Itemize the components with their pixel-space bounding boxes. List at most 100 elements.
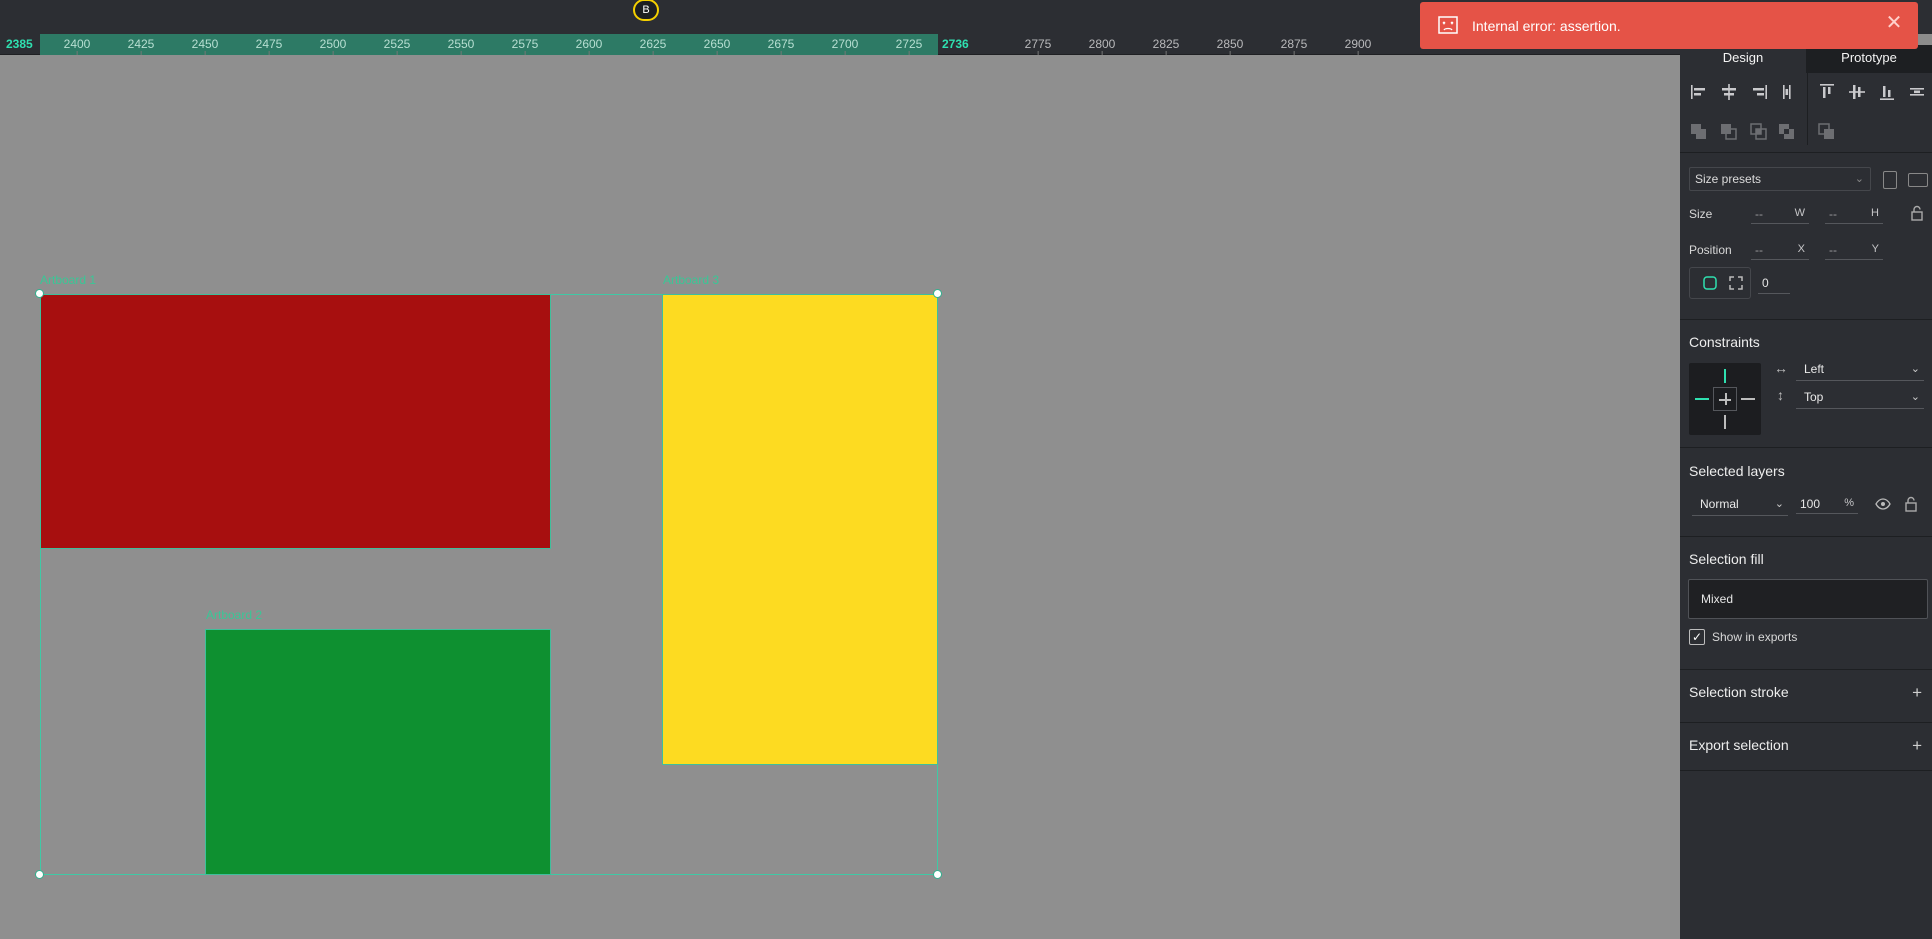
tab-design[interactable]: Design (1680, 45, 1806, 73)
width-input[interactable]: -- W (1751, 204, 1809, 224)
boolean-intersection-icon[interactable] (1748, 121, 1770, 143)
section-divider (1680, 447, 1932, 448)
distribute-horizontal-icon[interactable] (1776, 81, 1798, 103)
section-divider (1680, 722, 1932, 723)
selected-layers-title: Selected layers (1689, 463, 1785, 479)
ruler-tick: 2400 (63, 37, 91, 55)
panel-tabs: Design Prototype (1680, 45, 1932, 73)
section-divider (1680, 152, 1932, 153)
align-toolbar (1680, 81, 1932, 111)
height-input[interactable]: -- H (1825, 204, 1883, 224)
y-position-input[interactable]: -- Y (1825, 240, 1883, 260)
position-label: Position (1689, 243, 1732, 257)
section-divider (1680, 319, 1932, 320)
align-right-icon[interactable] (1748, 81, 1770, 103)
app-window: B 2385 2400 2425 2450 2475 2500 2525 255… (0, 0, 1932, 939)
selection-stroke-title: Selection stroke (1689, 684, 1789, 700)
section-divider (1680, 536, 1932, 537)
ruler-tick: 2600 (575, 37, 603, 55)
resize-handle-top-left[interactable] (35, 289, 44, 298)
chevron-down-icon: ⌄ (1854, 173, 1864, 185)
height-axis-label: H (1871, 207, 1879, 219)
constraint-right[interactable] (1741, 398, 1755, 400)
chevron-down-icon: ⌄ (1910, 363, 1920, 375)
eye-icon[interactable] (1875, 497, 1891, 511)
horizontal-constraint-select[interactable]: Left ⌄ (1796, 359, 1924, 381)
x-position-input[interactable]: -- X (1751, 240, 1809, 260)
size-presets-select[interactable]: Size presets ⌄ (1689, 167, 1871, 191)
close-icon[interactable]: ✕ (1884, 13, 1904, 33)
artboard-label[interactable]: Artboard 3 (663, 273, 719, 287)
ruler-tick: 2700 (831, 37, 859, 55)
design-panel: Design Prototype Size presets ⌄ Size -- … (1680, 45, 1932, 939)
ruler-tick: 2825 (1152, 37, 1180, 55)
opacity-input[interactable]: 100 % (1796, 494, 1858, 514)
constraint-bottom[interactable] (1724, 415, 1726, 429)
chevron-down-icon: ⌄ (1910, 391, 1920, 403)
selection-fill-value[interactable]: Mixed (1688, 579, 1928, 619)
export-selection-title: Export selection (1689, 737, 1789, 753)
boolean-union-icon[interactable] (1688, 121, 1710, 143)
distribute-vertical-icon[interactable] (1906, 81, 1928, 103)
portrait-orientation-icon[interactable] (1883, 171, 1897, 189)
flatten-icon[interactable] (1816, 121, 1838, 143)
toolbar-divider (1807, 73, 1808, 145)
align-left-icon[interactable] (1688, 81, 1710, 103)
constraints-title: Constraints (1689, 334, 1760, 350)
section-divider (1680, 669, 1932, 670)
design-canvas[interactable]: Artboard 1 Artboard 3 Artboard 2 (0, 55, 1680, 939)
x-axis-label: X (1797, 243, 1805, 255)
error-toast: Internal error: assertion. ✕ (1420, 2, 1918, 49)
artboard-red[interactable] (40, 294, 551, 549)
artboard-green[interactable] (205, 629, 551, 875)
align-top-icon[interactable] (1816, 81, 1838, 103)
proportion-lock-icon[interactable] (1910, 205, 1924, 221)
boolean-exclude-icon[interactable] (1776, 121, 1798, 143)
blend-mode-select[interactable]: Normal ⌄ (1692, 494, 1788, 516)
ruler-tick: 2450 (191, 37, 219, 55)
tab-prototype[interactable]: Prototype (1806, 45, 1932, 73)
resize-handle-top-right[interactable] (933, 289, 942, 298)
x-value: -- (1755, 243, 1763, 257)
resize-handle-bottom-left[interactable] (35, 870, 44, 879)
horizontal-arrows-icon: ↔ (1774, 360, 1788, 376)
radius-all-icon[interactable] (1702, 275, 1718, 291)
align-horizontal-center-icon[interactable] (1718, 81, 1740, 103)
ruler-tick: 2425 (127, 37, 155, 55)
resize-handle-bottom-right[interactable] (933, 870, 942, 879)
ruler-tick: 2525 (383, 37, 411, 55)
horizontal-constraint-value: Left (1804, 362, 1825, 376)
height-value: -- (1829, 207, 1837, 221)
ruler-tick: 2475 (255, 37, 283, 55)
size-presets-label: Size presets (1695, 172, 1762, 186)
constraints-widget[interactable] (1689, 363, 1761, 435)
artboard-yellow[interactable] (662, 294, 938, 765)
user-avatar[interactable]: B (633, 0, 659, 21)
align-bottom-icon[interactable] (1876, 81, 1898, 103)
constraint-top[interactable] (1724, 369, 1726, 383)
vertical-arrows-icon: ↕ (1777, 387, 1784, 403)
ruler-tick: 2625 (639, 37, 667, 55)
add-export-icon[interactable]: + (1912, 737, 1922, 754)
radius-input[interactable]: 0 (1758, 272, 1790, 294)
width-axis-label: W (1794, 207, 1805, 219)
ruler-tick: 2500 (319, 37, 347, 55)
constraint-left[interactable] (1695, 398, 1709, 400)
ruler-tick: 2800 (1088, 37, 1116, 55)
ruler-tick: 2675 (767, 37, 795, 55)
show-in-exports-label: Show in exports (1712, 630, 1798, 644)
y-value: -- (1829, 243, 1837, 257)
size-label: Size (1689, 207, 1713, 221)
ruler-tick: 2725 (895, 37, 923, 55)
landscape-orientation-icon[interactable] (1908, 173, 1928, 187)
boolean-difference-icon[interactable] (1718, 121, 1740, 143)
boolean-toolbar (1680, 121, 1932, 151)
constraint-center[interactable] (1713, 387, 1737, 411)
add-stroke-icon[interactable]: + (1912, 684, 1922, 701)
artboard-label[interactable]: Artboard 1 (40, 273, 96, 287)
radius-independent-icon[interactable] (1728, 275, 1744, 291)
layer-lock-icon[interactable] (1904, 496, 1918, 512)
vertical-constraint-select[interactable]: Top ⌄ (1796, 387, 1924, 409)
align-vertical-center-icon[interactable] (1846, 81, 1868, 103)
show-in-exports-checkbox[interactable]: ✓ (1689, 629, 1705, 645)
